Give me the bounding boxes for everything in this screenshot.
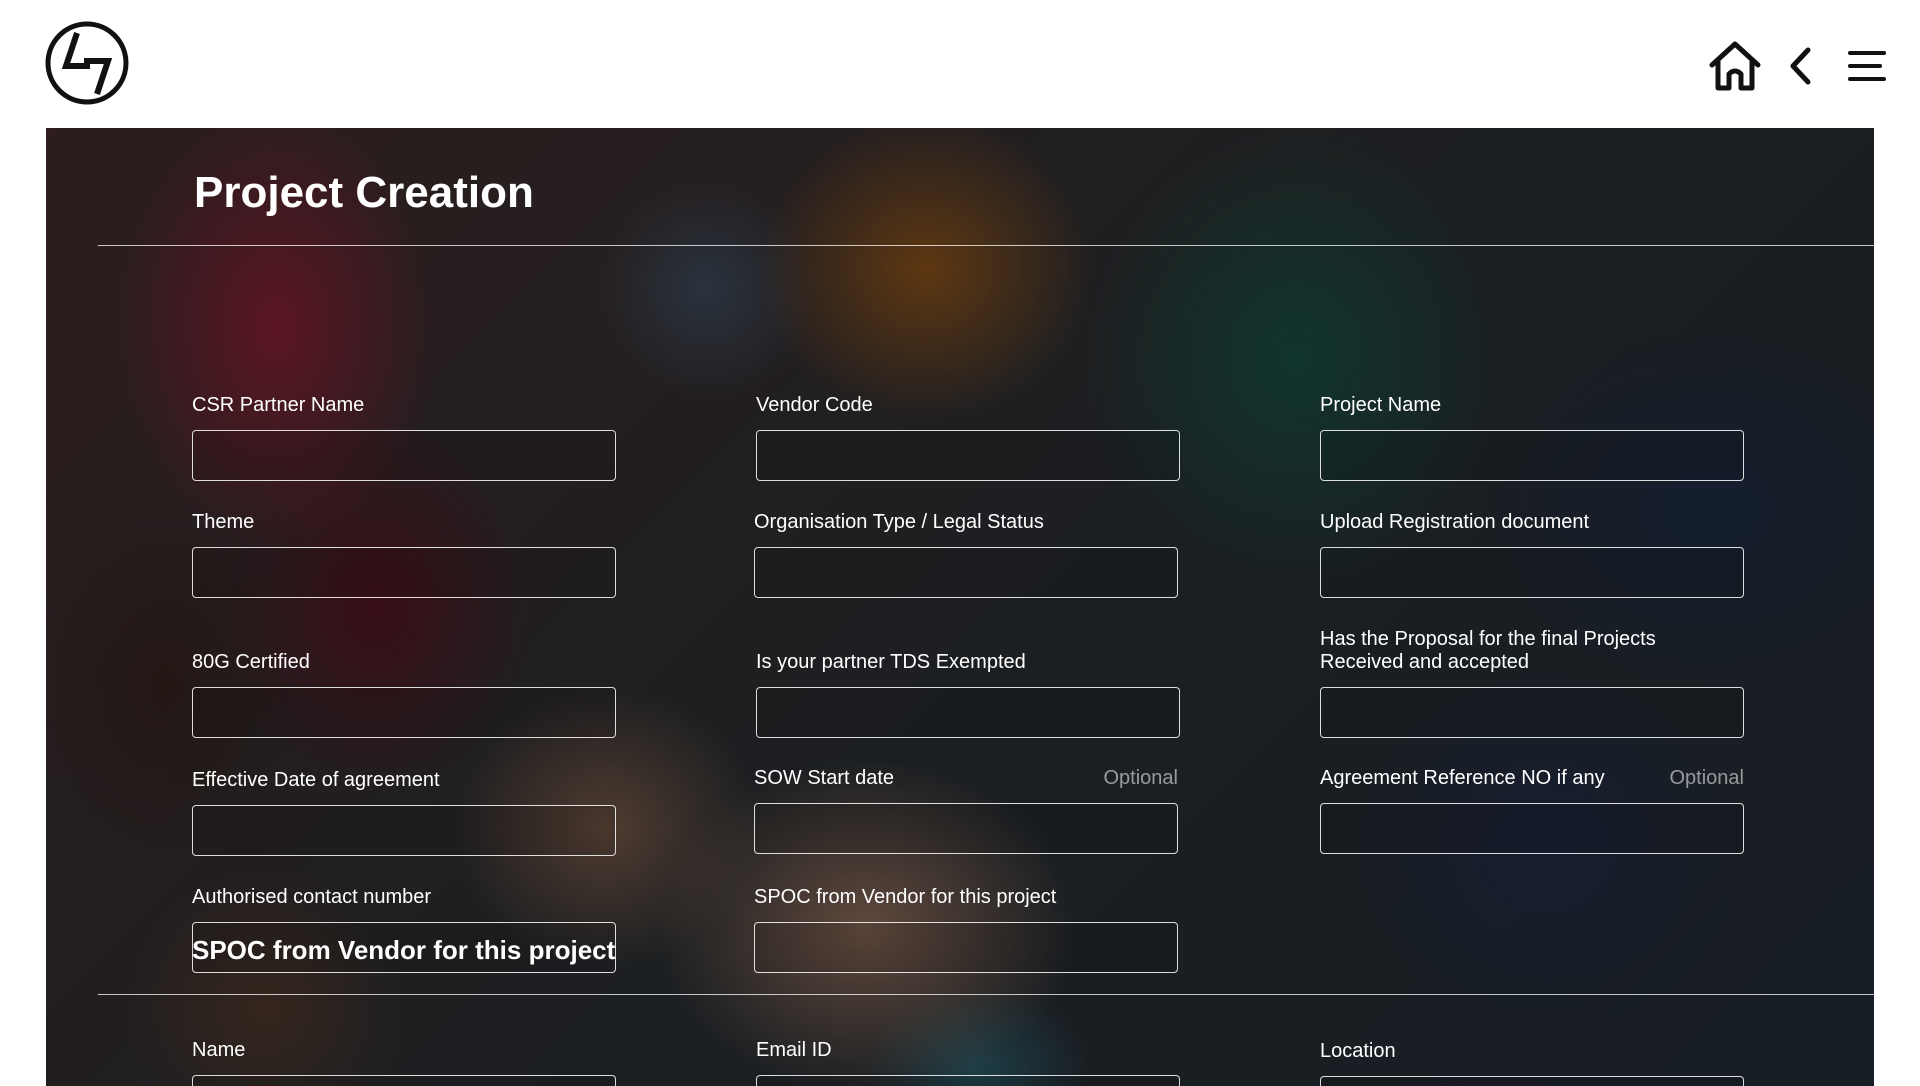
csr-partner-name-input[interactable] [192, 430, 616, 481]
80g-certified-field: 80G Certified [192, 648, 616, 738]
proposal-accepted-label: Has the Proposal for the final Projects … [1320, 628, 1656, 673]
organisation-type-field: Organisation Type / Legal Status [754, 505, 1178, 598]
project-form-panel: Project Creation CSR Partner Name Vendor… [46, 128, 1874, 1086]
hamburger-menu-icon[interactable] [1842, 36, 1892, 96]
csr-partner-name-label: CSR Partner Name [192, 394, 365, 416]
vendor-code-field: Vendor Code [756, 388, 1180, 481]
upload-registration-label: Upload Registration document [1320, 511, 1590, 533]
tds-exempted-field: Is your partner TDS Exempted [756, 648, 1180, 738]
effective-date-input[interactable] [192, 805, 616, 856]
spoc-name-field: Name [192, 1033, 616, 1086]
project-name-field: Project Name [1320, 388, 1744, 481]
sow-start-date-input[interactable] [754, 803, 1178, 854]
project-name-label: Project Name [1320, 394, 1442, 416]
organisation-type-label: Organisation Type / Legal Status [754, 511, 1044, 533]
chevron-left-icon[interactable] [1780, 36, 1820, 96]
section-divider [98, 994, 1874, 995]
header-nav [1704, 36, 1892, 96]
80g-certified-label: 80G Certified [192, 651, 310, 673]
spoc-location-input[interactable] [1320, 1076, 1744, 1086]
effective-date-label: Effective Date of agreement [192, 769, 440, 791]
project-name-input[interactable] [1320, 430, 1744, 481]
sow-start-date-field: SOW Start date Optional [754, 763, 1178, 854]
agreement-reference-optional: Optional [1669, 767, 1745, 789]
theme-field: Theme [192, 505, 616, 598]
title-divider [98, 245, 1874, 246]
top-bar [0, 0, 1920, 128]
spoc-location-field: Location [1320, 1034, 1744, 1086]
spoc-email-field: Email ID [756, 1033, 1180, 1086]
proposal-accepted-field: Has the Proposal for the final Projects … [1320, 618, 1744, 738]
agreement-reference-field: Agreement Reference NO if any Optional [1320, 763, 1744, 854]
page-title: Project Creation [194, 168, 534, 217]
tds-exempted-input[interactable] [756, 687, 1180, 738]
organisation-type-input[interactable] [754, 547, 1178, 598]
upload-registration-input[interactable] [1320, 547, 1744, 598]
theme-label: Theme [192, 511, 255, 533]
sow-start-date-optional: Optional [1103, 767, 1179, 789]
tds-exempted-label: Is your partner TDS Exempted [756, 651, 1026, 673]
proposal-accepted-input[interactable] [1320, 687, 1744, 738]
spoc-name-label: Name [192, 1039, 246, 1061]
lt-logo-icon[interactable] [44, 20, 130, 106]
spoc-section-title: SPOC from Vendor for this project [192, 935, 616, 965]
form-content: Project Creation CSR Partner Name Vendor… [46, 128, 1874, 1086]
agreement-reference-input[interactable] [1320, 803, 1744, 854]
effective-date-field: Effective Date of agreement [192, 765, 616, 856]
vendor-code-input[interactable] [756, 430, 1180, 481]
authorised-contact-label: Authorised contact number [192, 886, 432, 908]
spoc-vendor-field: SPOC from Vendor for this project [754, 880, 1178, 973]
vendor-code-label: Vendor Code [756, 394, 873, 416]
spoc-vendor-input[interactable] [754, 922, 1178, 973]
spoc-email-input[interactable] [756, 1075, 1180, 1086]
home-icon[interactable] [1704, 36, 1766, 96]
theme-input[interactable] [192, 547, 616, 598]
spoc-location-label: Location [1320, 1040, 1396, 1062]
80g-certified-input[interactable] [192, 687, 616, 738]
spoc-vendor-label: SPOC from Vendor for this project [754, 886, 1057, 908]
spoc-email-label: Email ID [756, 1039, 832, 1061]
csr-partner-name-field: CSR Partner Name [192, 388, 616, 481]
upload-registration-field: Upload Registration document [1320, 505, 1744, 598]
spoc-name-input[interactable] [192, 1075, 616, 1086]
